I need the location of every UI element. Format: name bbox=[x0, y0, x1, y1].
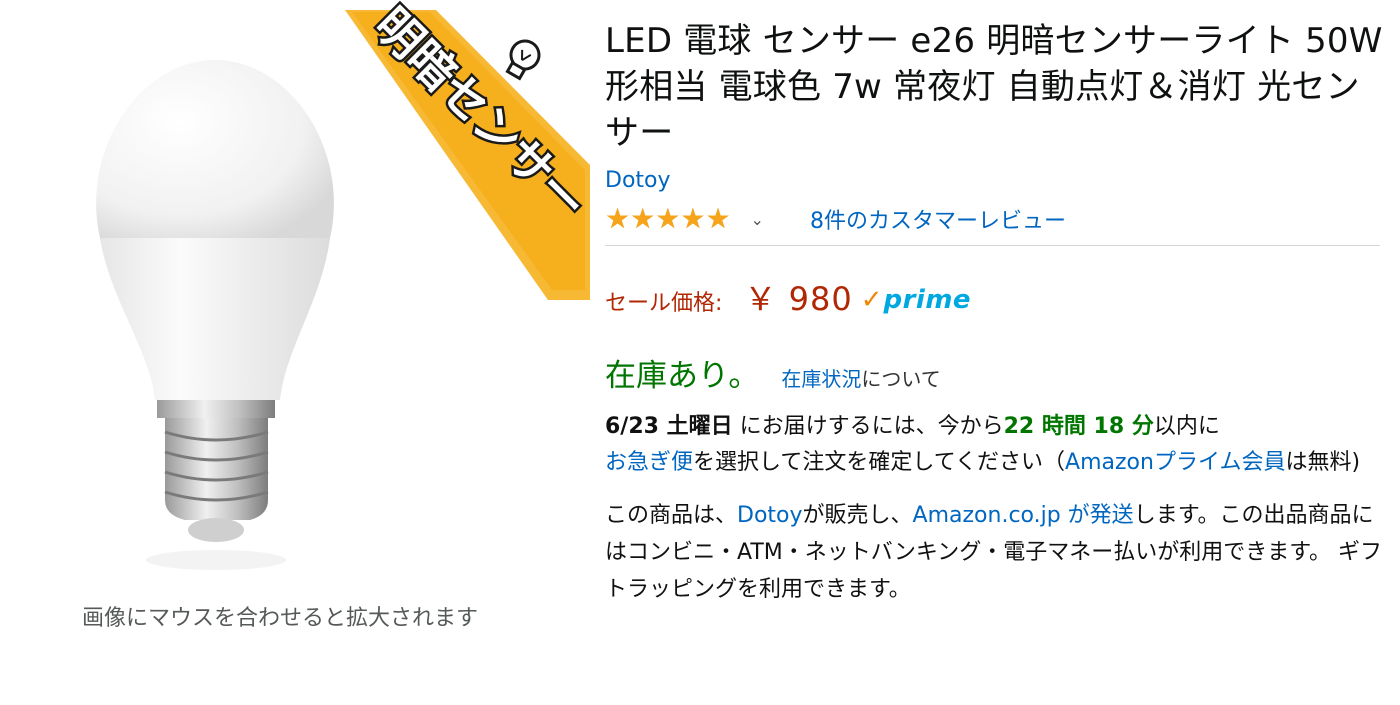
express-delivery-link[interactable]: お急ぎ便 bbox=[605, 450, 693, 475]
stock-info-link[interactable]: 在庫状況 bbox=[781, 363, 861, 392]
rating-row: ★ ★ ★ ★ ★ ⌄ 8件のカスタマーレビュー bbox=[605, 201, 1385, 237]
fulfilled-by-amazon-link[interactable]: Amazon.co.jp が発送 bbox=[913, 503, 1134, 528]
delivery-countdown: 22 時間 18 分 bbox=[1003, 414, 1154, 439]
seller-text: この商品は、 bbox=[605, 503, 738, 528]
product-detail: LED 電球 センサー e26 明暗センサーライト 50W形相当 電球色 7w … bbox=[605, 18, 1385, 608]
sensor-badge: 明暗センサー bbox=[345, 0, 590, 300]
star-icon: ★ bbox=[630, 202, 656, 235]
product-image-panel: 明暗センサー 画像にマウスを合わせると拡大されます bbox=[0, 0, 590, 705]
divider bbox=[605, 245, 1380, 246]
prime-members-link[interactable]: Amazonプライム会員 bbox=[1065, 450, 1285, 475]
product-title: LED 電球 センサー e26 明暗センサーライト 50W形相当 電球色 7w … bbox=[605, 21, 1383, 153]
seller-message: この商品は、Dotoyが販売し、Amazon.co.jp が発送します。この出品… bbox=[605, 497, 1385, 608]
customer-reviews-link[interactable]: 8件のカスタマーレビュー bbox=[810, 203, 1066, 235]
star-icon: ★ bbox=[655, 202, 681, 235]
star-icon: ★ bbox=[705, 202, 731, 235]
chevron-down-icon[interactable]: ⌄ bbox=[751, 210, 764, 229]
stock-row: 在庫あり。 在庫状況 について bbox=[605, 350, 1385, 395]
stock-info-suffix: について bbox=[861, 367, 941, 391]
brand-link[interactable]: Dotoy bbox=[605, 168, 671, 193]
star-icon: ★ bbox=[605, 202, 631, 235]
seller-link[interactable]: Dotoy bbox=[737, 503, 803, 528]
lightbulb-icon bbox=[505, 39, 541, 81]
product-image[interactable]: 明暗センサー bbox=[0, 0, 590, 600]
star-rating[interactable]: ★ ★ ★ ★ ★ bbox=[605, 204, 731, 234]
star-icon: ★ bbox=[680, 202, 706, 235]
delivery-date: 6/23 土曜日 bbox=[605, 414, 733, 439]
stock-status: 在庫あり。 bbox=[605, 358, 760, 394]
seller-text: が販売し、 bbox=[802, 503, 913, 528]
delivery-message: 6/23 土曜日 にお届けするには、今から22 時間 18 分以内にお急ぎ便を選… bbox=[605, 409, 1385, 481]
delivery-text: 以内に bbox=[1153, 414, 1220, 439]
delivery-text: は無料) bbox=[1285, 450, 1361, 475]
prime-label: prime bbox=[883, 285, 972, 315]
prime-check-icon: ✓ bbox=[860, 285, 883, 315]
sale-price: ￥ 980 bbox=[744, 280, 853, 318]
price-row: セール価格: ￥ 980 ✓ prime bbox=[605, 274, 1385, 320]
delivery-text: を選択して注文を確定してください（ bbox=[693, 450, 1066, 475]
image-zoom-caption: 画像にマウスを合わせると拡大されます bbox=[81, 606, 478, 631]
delivery-text: にお届けするには、今から bbox=[732, 414, 1004, 439]
sale-price-label: セール価格: bbox=[605, 291, 723, 316]
prime-badge: ✓ prime bbox=[861, 285, 971, 315]
